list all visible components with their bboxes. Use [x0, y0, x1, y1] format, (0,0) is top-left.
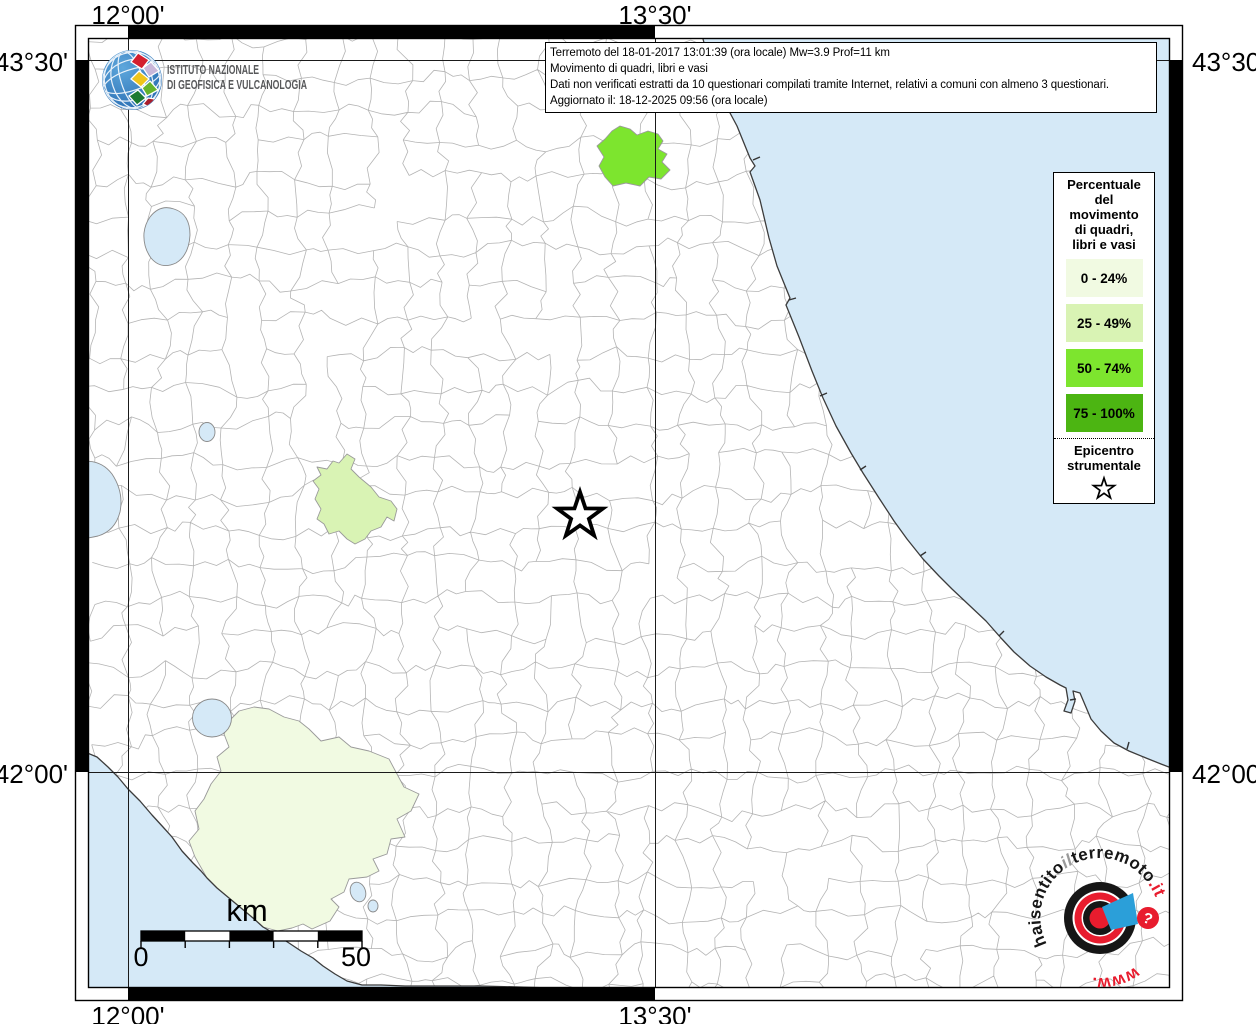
- coord-label-bottom-right: 13°30': [618, 1001, 692, 1024]
- legend-title-line: di quadri,: [1074, 222, 1134, 237]
- coord-label-top-left: 12°00': [91, 0, 165, 30]
- legend-title-line: movimento: [1069, 207, 1139, 222]
- legend-swatch-label: 0 - 24%: [1080, 270, 1128, 286]
- coord-label-left-top: 43°30': [0, 47, 68, 77]
- ingv-name-line2: DI GEOFISICA E VULCANOLOGIA: [167, 78, 307, 92]
- legend-swatch: 25 - 49%: [1065, 304, 1143, 342]
- lake-bolsena: [143, 207, 191, 267]
- map-canvas: km 0 50 ISTITUTO NAZIONALE DI GEOFISICA …: [74, 24, 1184, 1002]
- info-line-movement: Movimento di quadri, libri e vasi: [550, 63, 708, 75]
- coord-label-left-bottom: 42°00': [0, 759, 68, 789]
- legend: Percentuale del movimento di quadri, libri e…: [1053, 172, 1155, 504]
- scale-bar-end: 50: [341, 942, 371, 972]
- legend-swatch: 50 - 74%: [1065, 349, 1143, 387]
- legend-title-line: del: [1094, 192, 1114, 207]
- lake-bracciano: [192, 698, 232, 738]
- info-line-updated: Aggiornato il: 18-12-2025 09:56 (ora loc…: [550, 95, 768, 107]
- legend-epicenter-label: Epicentro strumentale: [1067, 443, 1141, 473]
- legend-swatch: 0 - 24%: [1065, 259, 1143, 297]
- legend-title-line: libri e vasi: [1072, 237, 1136, 252]
- legend-divider: [1054, 438, 1154, 439]
- legend-items: 0 - 24% 25 - 49% 50 - 74% 75 - 100%: [1054, 259, 1154, 432]
- scale-bar-unit: km: [226, 893, 267, 928]
- legend-swatch-label: 25 - 49%: [1076, 315, 1132, 331]
- info-line-data-note: Dati non verificati estratti da 10 quest…: [550, 79, 1110, 91]
- legend-swatch: 75 - 100%: [1065, 394, 1143, 432]
- ingv-name-line1: ISTITUTO NAZIONALE: [167, 63, 259, 77]
- lake-nemi: [367, 899, 379, 913]
- coord-label-right-top: 43°30': [1192, 47, 1256, 77]
- coord-label-bottom-left: 12°00': [91, 1001, 165, 1024]
- map-figure: km 0 50 ISTITUTO NAZIONALE DI GEOFISICA …: [0, 0, 1256, 1024]
- coord-label-top-right: 13°30': [618, 0, 692, 30]
- legend-epicenter-star: [1054, 475, 1154, 508]
- scale-bar-start: 0: [133, 942, 148, 972]
- legend-swatch-label: 75 - 100%: [1073, 405, 1135, 421]
- info-line-event: Terremoto del 18-01-2017 13:01:39 (ora l…: [550, 47, 890, 59]
- earthquake-info-box: Terremoto del 18-01-2017 13:01:39 (ora l…: [545, 42, 1157, 113]
- coord-label-right-bottom: 42°00': [1192, 759, 1256, 789]
- legend-swatch-label: 50 - 74%: [1076, 360, 1132, 376]
- legend-title-line: Percentuale: [1067, 177, 1141, 192]
- municipality-50-74pct: [596, 125, 671, 187]
- lake-vico: [198, 422, 216, 442]
- legend-title: Percentuale del movimento di quadri, libri e…: [1054, 177, 1154, 252]
